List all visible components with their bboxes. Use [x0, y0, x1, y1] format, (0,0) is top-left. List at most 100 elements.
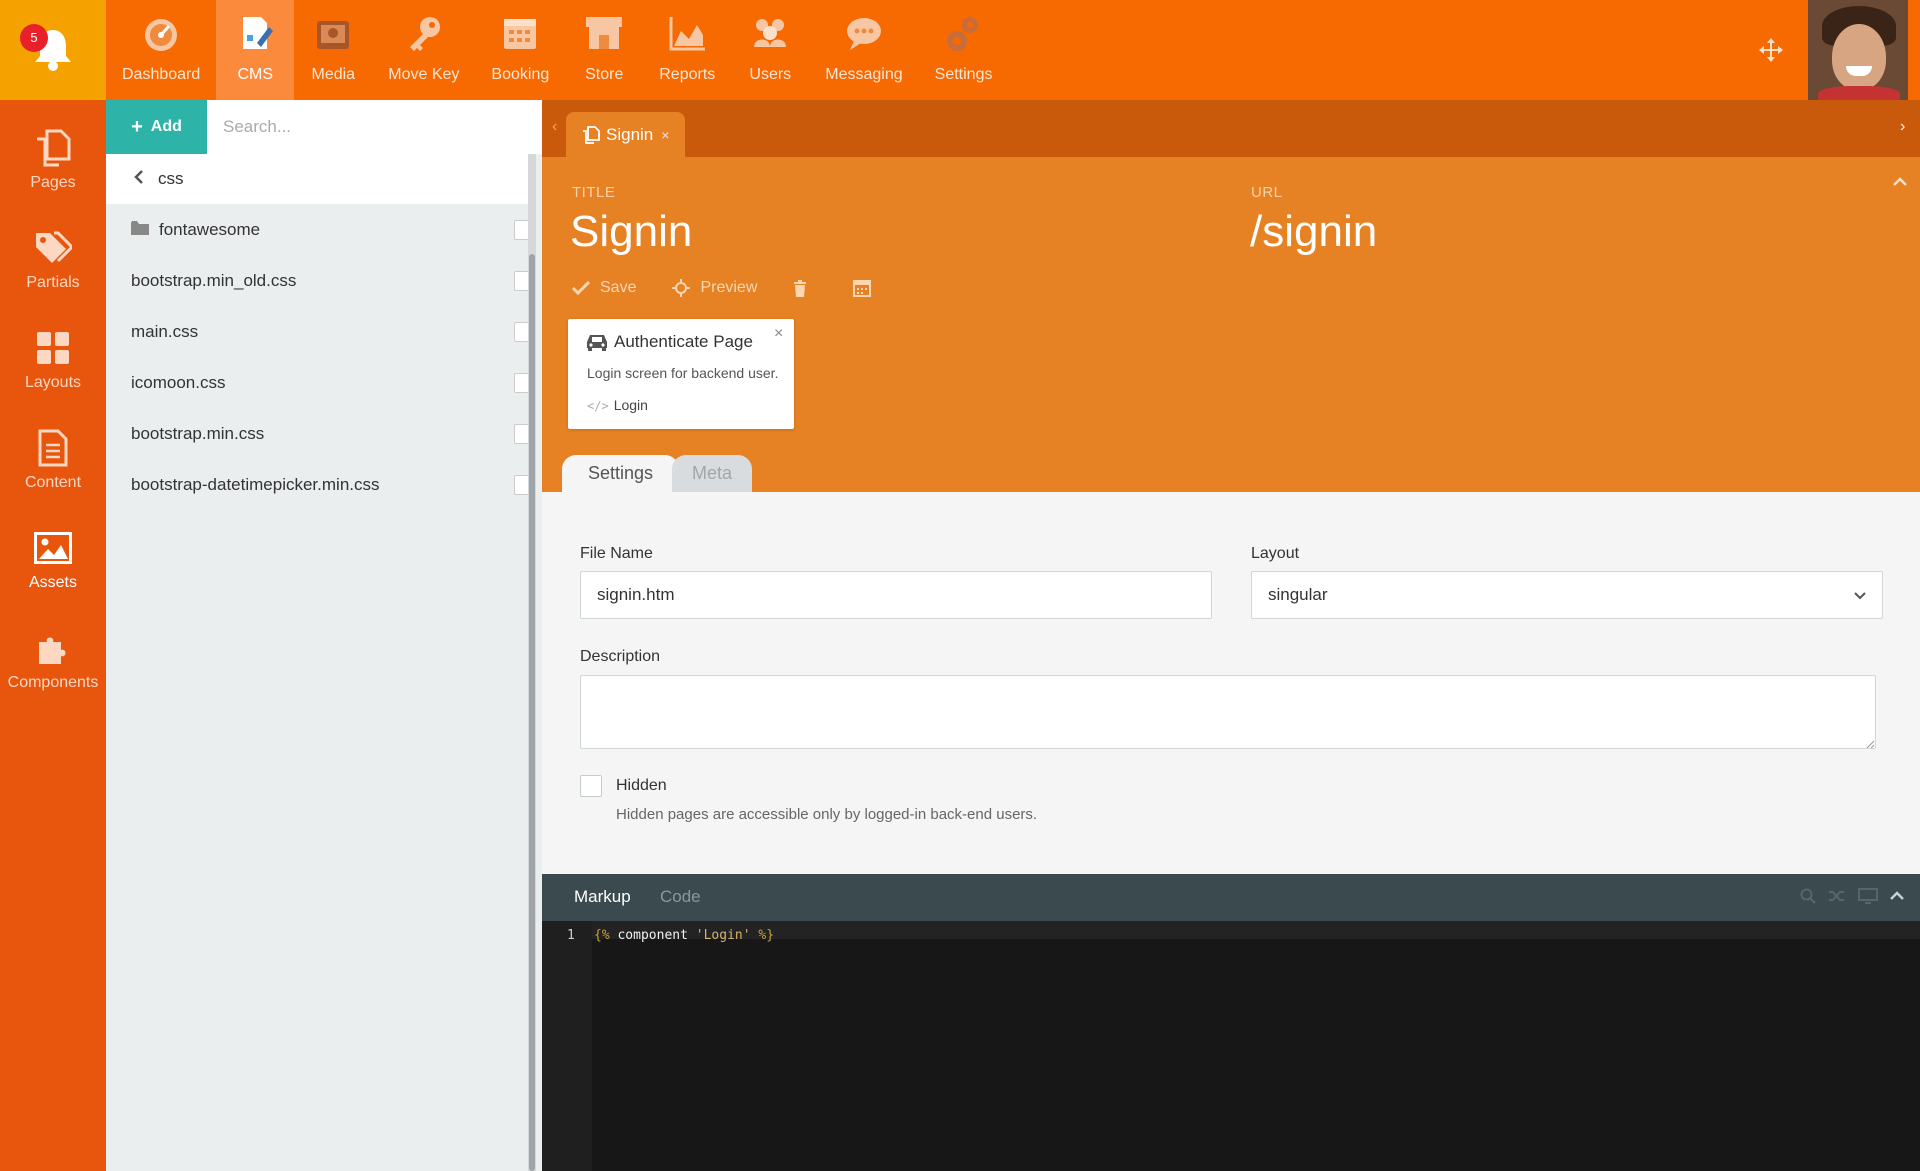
code-token-close: %}	[758, 928, 775, 943]
current-folder-label: css	[158, 169, 184, 188]
sidebar-item-components[interactable]: Components	[0, 600, 106, 700]
tab-label: Meta	[692, 463, 733, 483]
file-name: bootstrap.min.css	[131, 423, 265, 443]
nav-booking[interactable]: Booking	[475, 0, 565, 100]
list-item[interactable]: fontawesome	[106, 204, 536, 255]
page-icon	[583, 125, 600, 144]
page-header: TITLE Signin URL /signin Save Preview Au…	[542, 157, 1920, 492]
sidebar-item-content[interactable]: Content	[0, 400, 106, 500]
close-icon[interactable]: ×	[661, 127, 669, 143]
file-list: fontawesome bootstrap.min_old.css main.c…	[106, 204, 536, 510]
tab-code[interactable]: Code	[660, 887, 701, 907]
chevron-up-icon[interactable]	[1890, 891, 1904, 901]
code-tools	[1788, 888, 1904, 904]
sidebar-item-label: Layouts	[24, 374, 82, 391]
tab-settings[interactable]: Settings	[562, 455, 680, 492]
hidden-label: Hidden	[616, 777, 667, 794]
chevron-right-icon[interactable]: ›	[1900, 118, 1905, 136]
chevron-left-icon[interactable]	[134, 169, 144, 189]
tab-markup[interactable]: Markup	[574, 887, 631, 907]
preview-button[interactable]: Preview	[672, 279, 757, 297]
file-name-field[interactable]: signin.htm	[580, 571, 1212, 619]
search-icon[interactable]	[1800, 888, 1816, 904]
nav-cms[interactable]: CMS	[216, 0, 295, 100]
page-editor: ‹ Signin × › TITLE Signin URL /signin Sa…	[542, 100, 1920, 1171]
scrollbar-thumb[interactable]	[529, 254, 535, 1171]
nav-move-key[interactable]: Move Key	[372, 0, 475, 100]
gears-icon	[941, 10, 987, 56]
page-url[interactable]: /signin	[1250, 207, 1377, 257]
move-icon[interactable]	[1758, 37, 1784, 63]
sidebar-item-label: Components	[7, 674, 99, 691]
folder-breadcrumb[interactable]: css	[106, 154, 536, 204]
nav-label: Store	[585, 66, 624, 83]
save-button[interactable]: Save	[572, 279, 636, 297]
nav-reports[interactable]: Reports	[643, 0, 731, 100]
component-alias: </> Login	[587, 397, 648, 413]
hidden-help-text: Hidden pages are accessible only by logg…	[616, 806, 1038, 823]
description-field[interactable]	[580, 675, 1876, 749]
nav-media[interactable]: Media	[294, 0, 372, 100]
list-item[interactable]: bootstrap-datetimepicker.min.css	[106, 459, 536, 510]
dashboard-icon	[138, 10, 184, 56]
search-input[interactable]	[223, 113, 583, 141]
list-item[interactable]: bootstrap.min_old.css	[106, 255, 536, 306]
puzzle-icon	[35, 628, 71, 668]
user-avatar[interactable]	[1808, 0, 1908, 100]
code-icon: </>	[587, 399, 609, 413]
component-title: Authenticate Page	[614, 332, 753, 351]
add-button[interactable]: + Add	[106, 100, 207, 154]
document-tabs: ‹ Signin × ›	[542, 100, 1920, 157]
schedule-button[interactable]	[853, 279, 881, 297]
panel-scrollbar[interactable]	[528, 154, 536, 1171]
resize-grip-icon[interactable]	[1866, 740, 1875, 749]
sidebar-item-partials[interactable]: Partials	[0, 200, 106, 300]
sidebar-item-pages[interactable]: Pages	[0, 100, 106, 200]
file-name: icomoon.css	[131, 372, 226, 392]
chevron-up-icon[interactable]	[1892, 177, 1908, 187]
close-icon[interactable]: ×	[774, 325, 783, 343]
nav-label: Media	[311, 66, 356, 83]
page-title[interactable]: Signin	[570, 207, 692, 257]
code-token-keyword: component	[617, 928, 688, 943]
tab-meta[interactable]: Meta	[672, 455, 753, 492]
check-icon	[572, 281, 590, 295]
code-editor[interactable]: 1 {% component 'Login' %}	[542, 921, 1920, 1171]
nav-messaging[interactable]: Messaging	[809, 0, 918, 100]
calendar-icon	[497, 10, 543, 56]
cms-icon	[232, 10, 278, 56]
nav-label: Reports	[659, 66, 716, 83]
sidebar-item-layouts[interactable]: Layouts	[0, 300, 106, 400]
delete-button[interactable]	[793, 279, 817, 297]
line-number: 1	[567, 928, 575, 943]
tab-signin[interactable]: Signin ×	[566, 112, 686, 157]
nav-dashboard[interactable]: Dashboard	[106, 0, 216, 100]
layout-select[interactable]: singular	[1251, 571, 1883, 619]
component-card[interactable]: Authenticate Page × Login screen for bac…	[568, 319, 794, 429]
chevron-left-icon[interactable]: ‹	[552, 118, 557, 136]
top-navigation-bar: 5 Dashboard CMS Media Move Key Booking S…	[0, 0, 1920, 100]
nav-settings[interactable]: Settings	[919, 0, 1009, 100]
notifications-button[interactable]: 5	[0, 0, 106, 100]
settings-form: File Name signin.htm Layout singular Des…	[542, 492, 1920, 874]
list-item[interactable]: main.css	[106, 306, 536, 357]
folder-icon	[131, 220, 149, 240]
users-icon	[747, 10, 793, 56]
list-item[interactable]: bootstrap.min.css	[106, 408, 536, 459]
chart-icon	[664, 10, 710, 56]
monitor-icon[interactable]	[1858, 888, 1878, 904]
code-line[interactable]: {% component 'Login' %}	[594, 928, 774, 943]
component-alias-label: Login	[613, 397, 648, 413]
asset-browser: + Add css fontawesome bootstrap.min_old.…	[106, 100, 642, 1171]
layout-label: Layout	[1251, 545, 1300, 562]
sidebar-item-assets[interactable]: Assets	[0, 500, 106, 600]
chat-icon	[841, 10, 887, 56]
shuffle-icon[interactable]	[1828, 889, 1846, 903]
nav-store[interactable]: Store	[565, 0, 643, 100]
store-icon	[581, 10, 627, 56]
list-item[interactable]: icomoon.css	[106, 357, 536, 408]
nav-label: Users	[749, 66, 792, 83]
nav-users[interactable]: Users	[731, 0, 809, 100]
image-icon	[34, 528, 72, 568]
hidden-checkbox[interactable]	[580, 775, 602, 797]
